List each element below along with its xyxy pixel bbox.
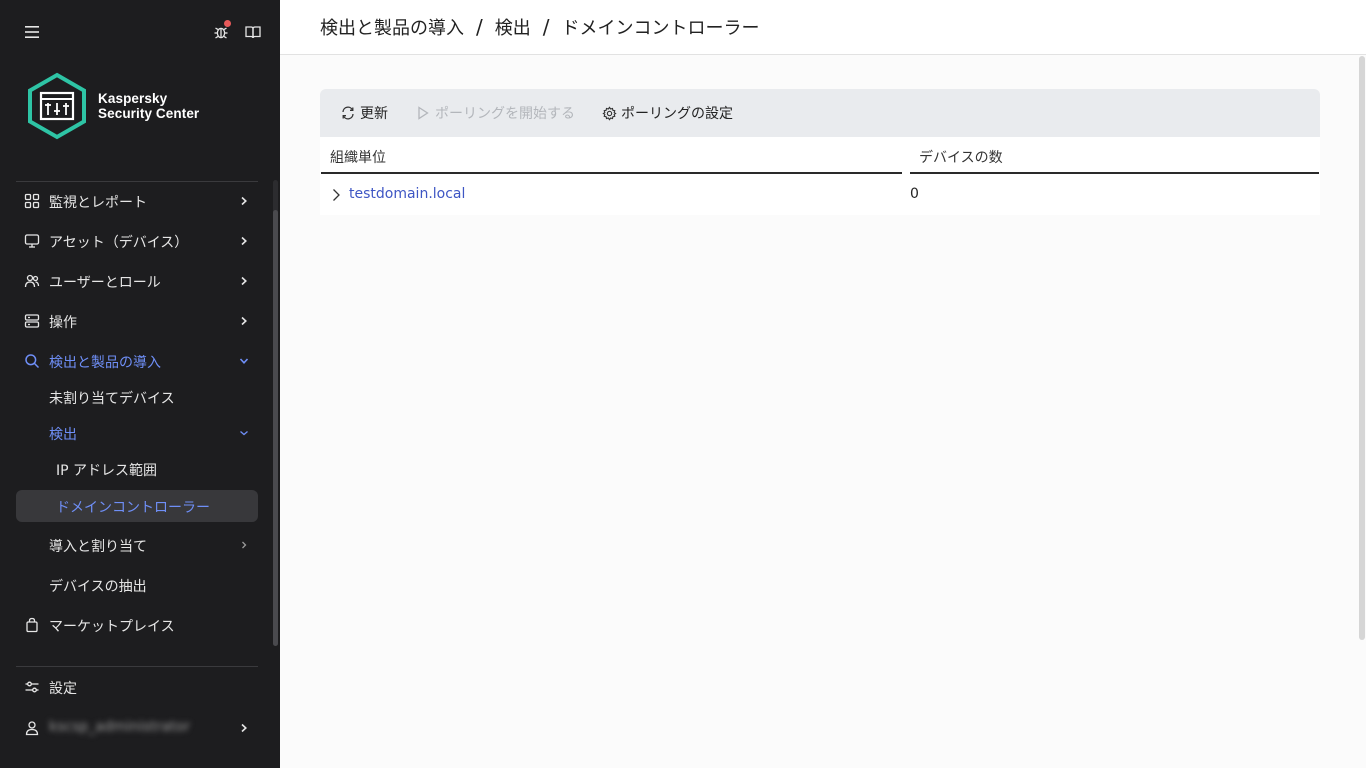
sidebar-item-settings[interactable]: 設定: [16, 671, 258, 703]
sidebar-top-bar: [0, 18, 280, 46]
chevron-right-icon: [236, 537, 252, 553]
settings-label: 設定: [49, 681, 77, 697]
menu-icon[interactable]: [20, 20, 44, 44]
sidebar-item-domain-controllers[interactable]: ドメインコントローラー: [16, 490, 258, 522]
refresh-icon: [340, 105, 356, 121]
monitor-icon: [24, 233, 40, 249]
breadcrumb-item-discovery-deployment[interactable]: 検出と製品の導入: [320, 14, 464, 40]
start-polling-label: ポーリングを開始する: [435, 106, 575, 122]
sidebar-item-label: IP アドレス範囲: [56, 463, 158, 479]
toolbar: 更新 ポーリングを開始する ポーリングの設定: [320, 89, 1320, 137]
refresh-label: 更新: [360, 106, 388, 122]
polling-settings-button[interactable]: ポーリングの設定: [601, 103, 733, 123]
page-title: ドメインコントローラー: [561, 18, 760, 39]
expand-chevron-icon[interactable]: [330, 188, 342, 206]
start-polling-button[interactable]: ポーリングを開始する: [415, 103, 575, 123]
chevron-down-icon: [236, 425, 252, 441]
book-icon[interactable]: [241, 20, 265, 44]
breadcrumb: 検出と製品の導入 / 検出 / ドメインコントローラー: [320, 14, 760, 40]
main-scrollbar[interactable]: [1359, 56, 1365, 640]
sidebar-scrollbar[interactable]: [273, 180, 278, 646]
sidebar-item-label: 監視とレポート: [49, 195, 147, 211]
sidebar-item-label: 検出: [49, 427, 77, 443]
sidebar-item-label: アセット（デバイス）: [49, 235, 189, 251]
domain-controllers-table: 組織単位 デバイスの数 testdomain.local 0: [320, 137, 1320, 215]
brand-line-1: Kaspersky: [98, 91, 168, 106]
bag-icon: [24, 617, 40, 633]
sidebar-item-label: ユーザーとロール: [49, 275, 161, 291]
page-header: 検出と製品の導入 / 検出 / ドメインコントローラー: [280, 0, 1366, 55]
sidebar-item-operations[interactable]: 操作: [16, 305, 258, 337]
chevron-right-icon: [236, 233, 252, 249]
gear-icon: [601, 105, 617, 121]
sidebar-item-label: ドメインコントローラー: [56, 500, 210, 516]
logo-hexagon-icon: [28, 72, 86, 140]
brand-line-2: Security Center: [98, 106, 200, 121]
search-icon: [24, 353, 40, 369]
sidebar-item-label: マーケットプレイス: [49, 619, 175, 635]
play-icon: [415, 105, 431, 121]
sidebar-item-deployment-assignment[interactable]: 導入と割り当て: [16, 529, 258, 561]
users-icon: [24, 273, 40, 289]
breadcrumb-separator: /: [476, 15, 483, 39]
breadcrumb-item-discovery[interactable]: 検出: [495, 14, 531, 40]
sidebar-item-marketplace[interactable]: マーケットプレイス: [16, 609, 258, 641]
chevron-right-icon: [236, 273, 252, 289]
sidebar-item-label: 操作: [49, 315, 77, 331]
sidebar-item-assets[interactable]: アセット（デバイス）: [16, 225, 258, 257]
chevron-right-icon: [236, 313, 252, 329]
dashboard-icon: [24, 193, 40, 209]
column-header-label: 組織単位: [330, 150, 386, 166]
server-icon: [24, 313, 40, 329]
notification-badge: [224, 20, 231, 27]
sidebar-divider-top: [16, 181, 258, 182]
column-header-device-count[interactable]: デバイスの数: [910, 137, 1319, 174]
polling-settings-label: ポーリングの設定: [621, 106, 733, 122]
sidebar-item-unassigned-devices[interactable]: 未割り当てデバイス: [16, 381, 258, 413]
sidebar-divider-bottom: [16, 666, 258, 667]
refresh-button[interactable]: 更新: [340, 103, 388, 123]
sidebar-item-device-selections[interactable]: デバイスの抽出: [16, 569, 258, 601]
column-header-org-unit[interactable]: 組織単位: [321, 137, 902, 174]
sidebar-item-users-roles[interactable]: ユーザーとロール: [16, 265, 258, 297]
org-unit-link[interactable]: testdomain.local: [349, 186, 465, 202]
sidebar: Kaspersky Security Center 監視とレポート アセット（デ…: [0, 0, 280, 768]
sidebar-item-ip-ranges[interactable]: IP アドレス範囲: [16, 453, 258, 485]
user-icon: [24, 720, 40, 736]
sidebar-item-label: 未割り当てデバイス: [49, 391, 175, 407]
sidebar-item-label: 導入と割り当て: [49, 539, 147, 555]
breadcrumb-separator: /: [542, 15, 550, 39]
user-name: kscsp_administrator: [49, 719, 190, 735]
kaspersky-logo: Kaspersky Security Center: [26, 72, 199, 140]
chevron-right-icon: [236, 193, 252, 209]
column-header-label: デバイスの数: [919, 150, 1003, 166]
device-count-value: 0: [910, 186, 919, 202]
sidebar-scrollbar-thumb[interactable]: [273, 210, 278, 646]
sidebar-item-label: デバイスの抽出: [49, 579, 147, 595]
sidebar-item-user-account[interactable]: kscsp_administrator: [16, 712, 258, 744]
chevron-down-icon: [236, 353, 252, 369]
sliders-icon: [24, 679, 40, 695]
sidebar-item-discovery[interactable]: 検出: [16, 417, 258, 449]
sidebar-item-label: 検出と製品の導入: [49, 355, 161, 371]
sidebar-item-monitoring[interactable]: 監視とレポート: [16, 185, 258, 217]
chevron-right-icon: [236, 720, 252, 736]
sidebar-item-discovery-deployment[interactable]: 検出と製品の導入: [16, 345, 258, 377]
bug-notification-icon[interactable]: [209, 20, 233, 44]
